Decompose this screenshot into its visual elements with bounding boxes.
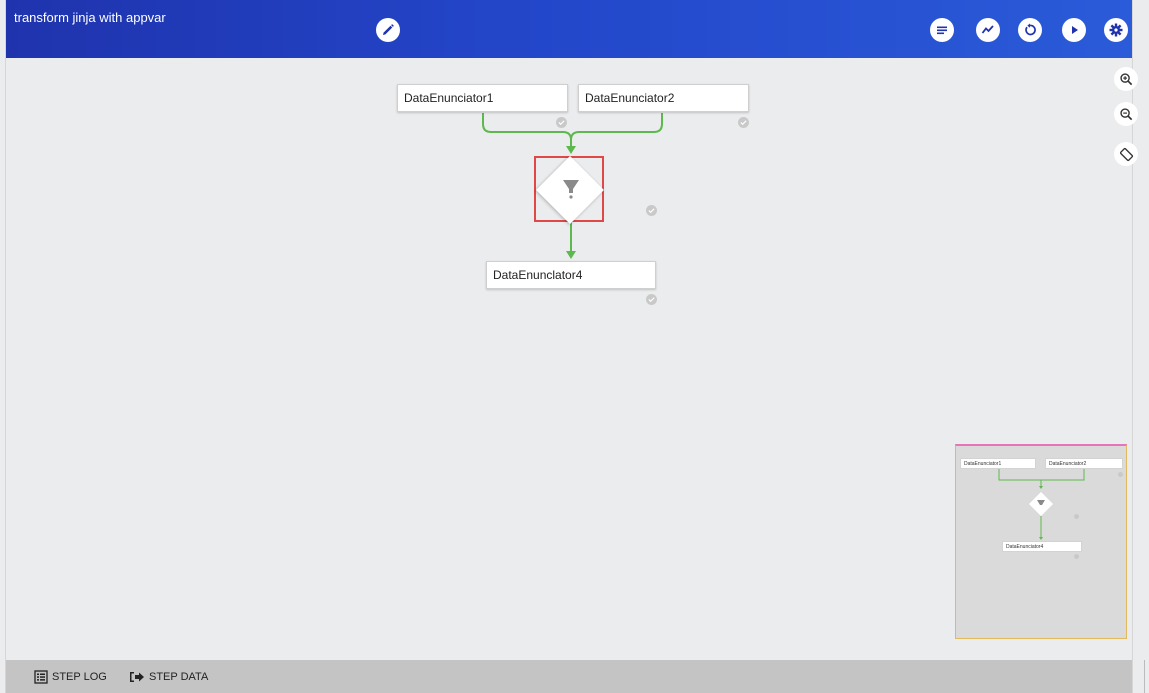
divider [1144, 660, 1145, 693]
status-check-icon [738, 117, 749, 128]
minimap-edges [998, 469, 1085, 540]
sign-in-icon [130, 672, 144, 682]
metrics-button[interactable] [976, 18, 1000, 42]
step-data-button[interactable]: STEP DATA [129, 670, 208, 684]
status-check-icon [646, 294, 657, 305]
run-button[interactable] [1062, 18, 1086, 42]
pencil-icon [383, 24, 394, 35]
step-log-button[interactable]: STEP LOG [34, 670, 107, 684]
minimap-status-dot [1074, 554, 1079, 559]
step-data-label: STEP DATA [149, 671, 209, 683]
zoom-out-icon [1119, 107, 1132, 120]
node-label: DataEnunciator2 [585, 91, 675, 105]
history-icon [1025, 23, 1036, 36]
minimap-status-dot [1074, 514, 1079, 519]
node-dataenunciator2[interactable]: DataEnunciator2 [578, 84, 749, 112]
minimap[interactable]: DataEnunciator1 DataEnunciator2 DataEnun… [955, 444, 1127, 639]
gear-icon [1109, 23, 1123, 37]
screen-rotation-icon [1119, 147, 1133, 161]
flow-canvas[interactable]: DataEnunciator1 DataEnunciator2 DataEnun… [6, 58, 1138, 660]
notes-icon [937, 26, 947, 35]
chart-icon [981, 25, 994, 34]
flow-title: transform jinja with appvar [14, 10, 166, 25]
status-check-icon [646, 205, 657, 216]
step-log-label: STEP LOG [52, 671, 107, 683]
zoom-out-button[interactable] [1114, 102, 1138, 126]
rotate-view-button[interactable] [1114, 142, 1138, 166]
node-label: DataEnunclator4 [493, 268, 583, 282]
minimap-status-dot [1118, 472, 1123, 477]
header-bar: transform jinja with appvar [6, 0, 1132, 58]
list-icon [34, 670, 48, 684]
funnel-icon [563, 180, 579, 199]
node-label: DataEnunciator1 [404, 91, 494, 105]
zoom-in-button[interactable] [1114, 67, 1138, 91]
footer-bar: STEP LOG STEP DATA [6, 660, 1132, 693]
edit-title-button[interactable] [376, 18, 400, 42]
history-button[interactable] [1018, 18, 1042, 42]
play-icon [1072, 26, 1078, 34]
zoom-in-icon [1119, 72, 1132, 85]
status-check-icon [556, 117, 567, 128]
node-dataenunciator1[interactable]: DataEnunciator1 [397, 84, 568, 112]
settings-button[interactable] [1104, 18, 1128, 42]
app-window: transform jinja with appvar DataEnunciat… [5, 0, 1138, 693]
node-dataenunciator4[interactable]: DataEnunclator4 [486, 261, 656, 289]
notes-button[interactable] [930, 18, 954, 42]
